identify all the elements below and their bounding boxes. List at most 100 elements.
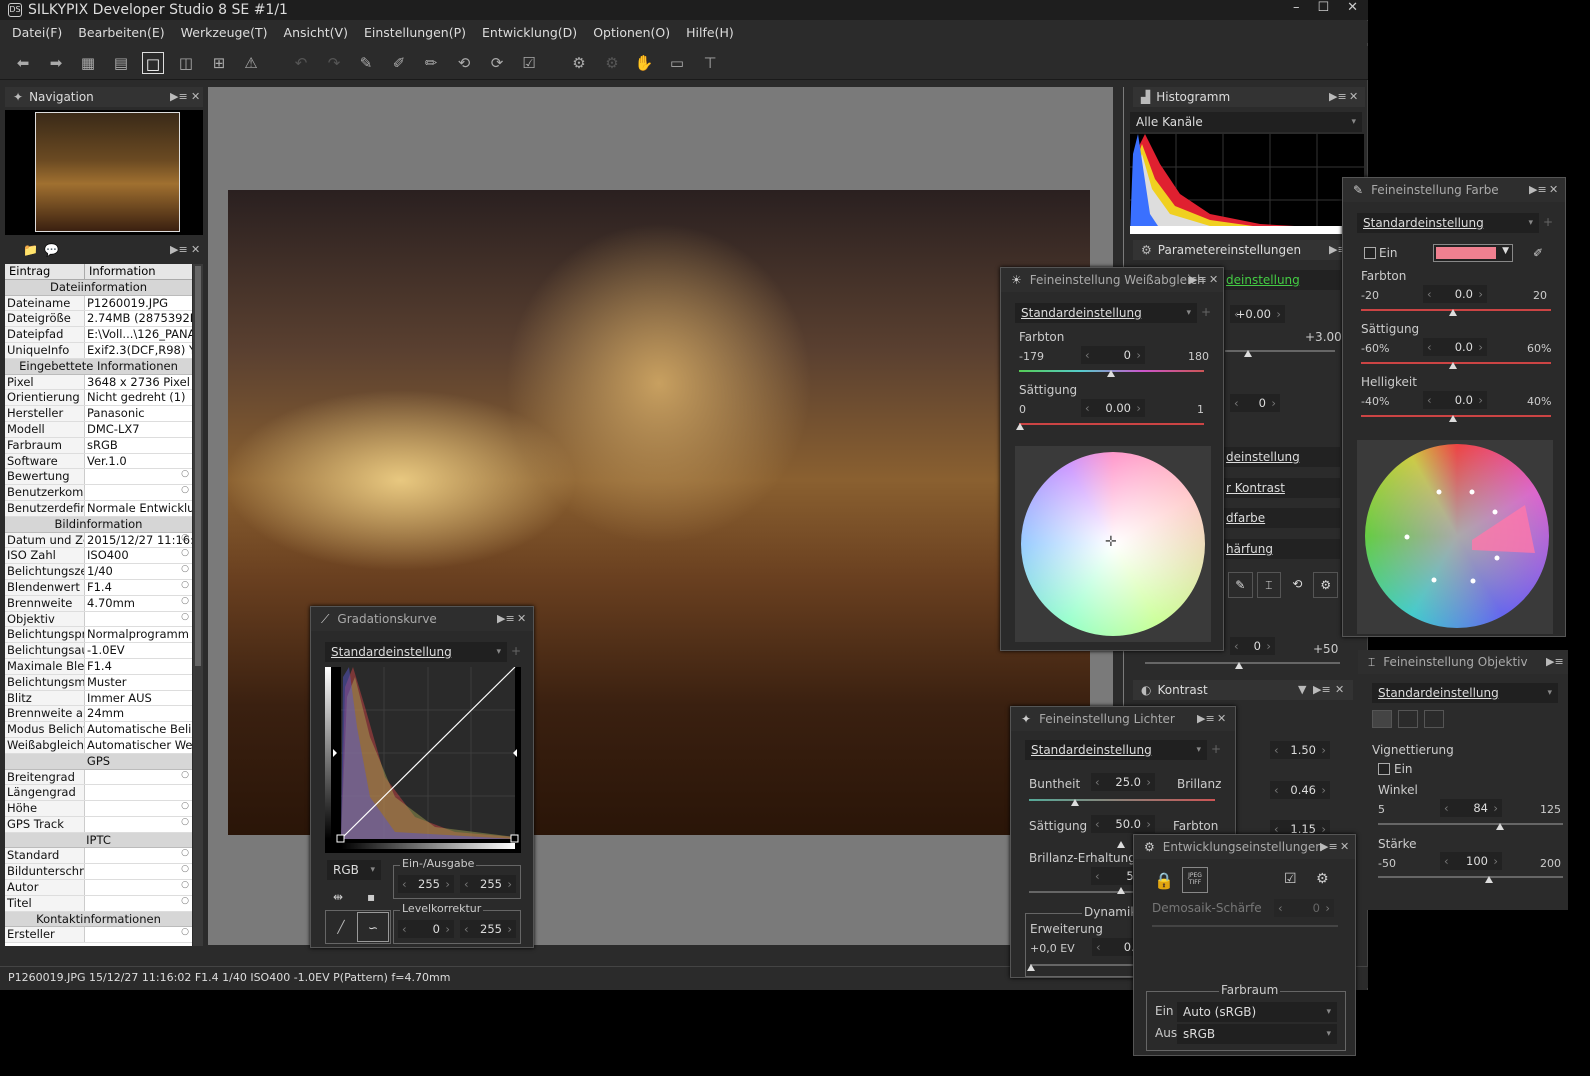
info-section-header[interactable]: GPS xyxy=(5,753,192,770)
entw-ein-select[interactable]: Auto (sRGB) ▾ xyxy=(1177,1002,1337,1022)
info-row[interactable]: Standard ○ xyxy=(5,848,192,865)
param-spin-1[interactable]: +0.00 xyxy=(1230,305,1285,323)
checkmark-icon[interactable]: ☑ xyxy=(1284,871,1297,887)
edit-dot-icon[interactable]: ○ xyxy=(181,801,189,811)
add-preset-icon[interactable]: + xyxy=(1543,215,1553,229)
info-row[interactable]: Benutzerdefini Normale Entwicklun xyxy=(5,500,192,517)
edit-dot-icon[interactable]: ○ xyxy=(181,533,189,543)
farbe-color-select[interactable]: ▼ xyxy=(1433,244,1513,262)
farbe-hell-spin[interactable]: 0.0 xyxy=(1423,391,1487,409)
info-scrollbar[interactable] xyxy=(193,264,203,946)
tool-icon[interactable]: ⊤ xyxy=(699,52,721,74)
objektiv-ein-checkbox[interactable] xyxy=(1378,763,1390,775)
lichter-preset-select[interactable]: Standardeinstellung ▾ xyxy=(1025,740,1207,760)
panel-close-icon[interactable]: ✕ xyxy=(191,90,200,103)
panel-menu-icon[interactable]: ▶≡ xyxy=(1197,712,1215,725)
info-value[interactable]: ○ xyxy=(85,770,192,785)
folder-icon[interactable]: 📁 xyxy=(23,243,38,257)
wb-preset-select[interactable]: Standardeinstellung ▾ xyxy=(1015,303,1197,323)
info-value[interactable]: 2015/12/27 11:16:0 ○ xyxy=(85,533,192,548)
panel-close-icon[interactable]: ✕ xyxy=(1217,712,1226,725)
wb-saett-knob[interactable] xyxy=(1016,423,1024,430)
info-value[interactable]: ○ xyxy=(85,896,192,911)
lichter-erw-knob[interactable] xyxy=(1027,964,1035,971)
info-value[interactable]: ○ xyxy=(85,864,192,879)
edit-icon[interactable]: ✎ xyxy=(1228,572,1253,598)
param-preset-row-2[interactable]: deinstellung xyxy=(1222,447,1340,467)
info-row[interactable]: Weißabgleich Automatischer Weiß xyxy=(5,737,192,754)
info-row[interactable]: Bewertung ○ xyxy=(5,469,192,486)
info-value[interactable]: P1260019.JPG xyxy=(85,296,192,311)
wb-saett-spin[interactable]: 0.00 xyxy=(1081,399,1145,417)
filmstrip-view-icon[interactable]: ▤ xyxy=(110,52,132,74)
lichter-buntheit-slider[interactable] xyxy=(1029,799,1215,801)
param-color-row[interactable]: dfarbe xyxy=(1222,508,1340,528)
single-view-icon[interactable]: □ xyxy=(142,52,164,74)
edit-dot-icon[interactable]: ○ xyxy=(181,770,189,780)
info-value[interactable]: Nicht gedreht (1) xyxy=(85,390,192,405)
distortion-tab-icon[interactable] xyxy=(1398,710,1418,728)
copy-params-icon[interactable]: ✎ xyxy=(355,52,377,74)
grad-curve-editor[interactable] xyxy=(325,666,521,853)
param-spin-3[interactable]: 0 xyxy=(1230,394,1280,412)
grad-level-min-spin[interactable]: 0 xyxy=(398,920,454,938)
info-value[interactable]: ○ xyxy=(85,801,192,816)
lichter-saett-spin[interactable]: 50.0 xyxy=(1091,815,1155,833)
panel-close-icon[interactable]: ✕ xyxy=(517,612,526,625)
param-contrast-row[interactable]: r Kontrast xyxy=(1222,478,1340,498)
edit-dot-icon[interactable]: ○ xyxy=(181,469,189,479)
wb-colorwheel-box[interactable]: ✛ xyxy=(1015,446,1211,642)
edit-dot-icon[interactable]: ○ xyxy=(181,580,189,590)
info-row[interactable]: Breitengrad ○ xyxy=(5,769,192,786)
info-row[interactable]: Blendenwert F1.4 ○ xyxy=(5,579,192,596)
info-value[interactable]: 24mm xyxy=(85,706,192,721)
info-value[interactable]: 2.74MB (2875392Byte xyxy=(85,311,192,326)
info-row[interactable]: ISO Zahl ISO400 ○ xyxy=(5,548,192,565)
edit-dot-icon[interactable]: ○ xyxy=(181,596,189,606)
wb-farbton-spin[interactable]: 0 xyxy=(1081,346,1145,364)
objektiv-staerke-knob[interactable] xyxy=(1485,876,1493,883)
prev-image-icon[interactable]: ⬅ xyxy=(12,52,34,74)
info-value[interactable]: Normalprogramm xyxy=(85,627,192,642)
info-row[interactable]: Modus BelichtAutomatische Belich xyxy=(5,722,192,738)
panel-close-icon[interactable]: ✕ xyxy=(191,243,200,256)
info-value[interactable]: 4.70mm ○ xyxy=(85,596,192,611)
navigation-thumbnail[interactable] xyxy=(35,112,180,232)
entw-demosaik-slider[interactable] xyxy=(1152,925,1338,927)
info-row[interactable]: Brennweite 4.70mm ○ xyxy=(5,595,192,612)
info-value[interactable]: Panasonic xyxy=(85,406,192,421)
panel-menu-icon[interactable]: ▶≡ xyxy=(497,612,515,625)
curve-mode-icon[interactable]: ∽ xyxy=(357,912,389,942)
edit-dot-icon[interactable]: ○ xyxy=(181,880,189,890)
panel-menu-icon[interactable]: ▶≡ xyxy=(1546,655,1564,668)
menu-ansicht[interactable]: Ansicht(V) xyxy=(284,25,348,40)
info-value[interactable]: DMC-LX7 xyxy=(85,422,192,437)
param-spin-4[interactable]: 0 xyxy=(1230,637,1275,655)
lock-icon[interactable]: 🔒 xyxy=(1154,871,1174,890)
info-value[interactable]: F1.4 ○ xyxy=(85,580,192,595)
info-value[interactable]: ○ xyxy=(85,848,192,863)
maximize-icon[interactable]: ☐ xyxy=(1317,0,1329,15)
panel-menu-icon[interactable]: ▶≡ xyxy=(1329,90,1347,103)
info-row[interactable]: Orientierung Nicht gedreht (1) xyxy=(5,390,192,407)
rotate-right-icon[interactable]: ⟳ xyxy=(486,52,508,74)
histogram-channel-select[interactable]: Alle Kanäle ▾ xyxy=(1130,112,1362,132)
info-value[interactable]: Muster xyxy=(85,675,192,690)
info-row[interactable]: Hersteller Panasonic xyxy=(5,406,192,422)
compare-view-icon[interactable]: ◫ xyxy=(175,52,197,74)
farbe-farbton-spin[interactable]: 0.0 xyxy=(1423,285,1487,303)
entw-demosaik-spin[interactable]: 0 xyxy=(1274,899,1334,917)
develop-icon[interactable]: ⚙ xyxy=(568,52,590,74)
grid-view-icon[interactable]: ▦ xyxy=(77,52,99,74)
lichter-buntheit-spin[interactable]: 25.0 xyxy=(1091,773,1155,791)
lens-icon[interactable]: ⌶ xyxy=(1256,572,1282,598)
info-value[interactable]: Automatische Belich xyxy=(85,722,192,737)
lichter-buntheit-knob[interactable] xyxy=(1071,799,1079,806)
menu-datei[interactable]: Datei(F) xyxy=(12,25,62,40)
edit-dot-icon[interactable]: ○ xyxy=(181,548,189,558)
stamp-icon[interactable]: ✋ xyxy=(633,52,655,74)
batch-develop-icon[interactable]: ⚙ xyxy=(601,52,623,74)
kontrast-spin-2[interactable]: 0.46 xyxy=(1270,781,1330,799)
edit-dot-icon[interactable]: ○ xyxy=(181,485,189,495)
grad-level-max-spin[interactable]: 255 xyxy=(460,920,516,938)
